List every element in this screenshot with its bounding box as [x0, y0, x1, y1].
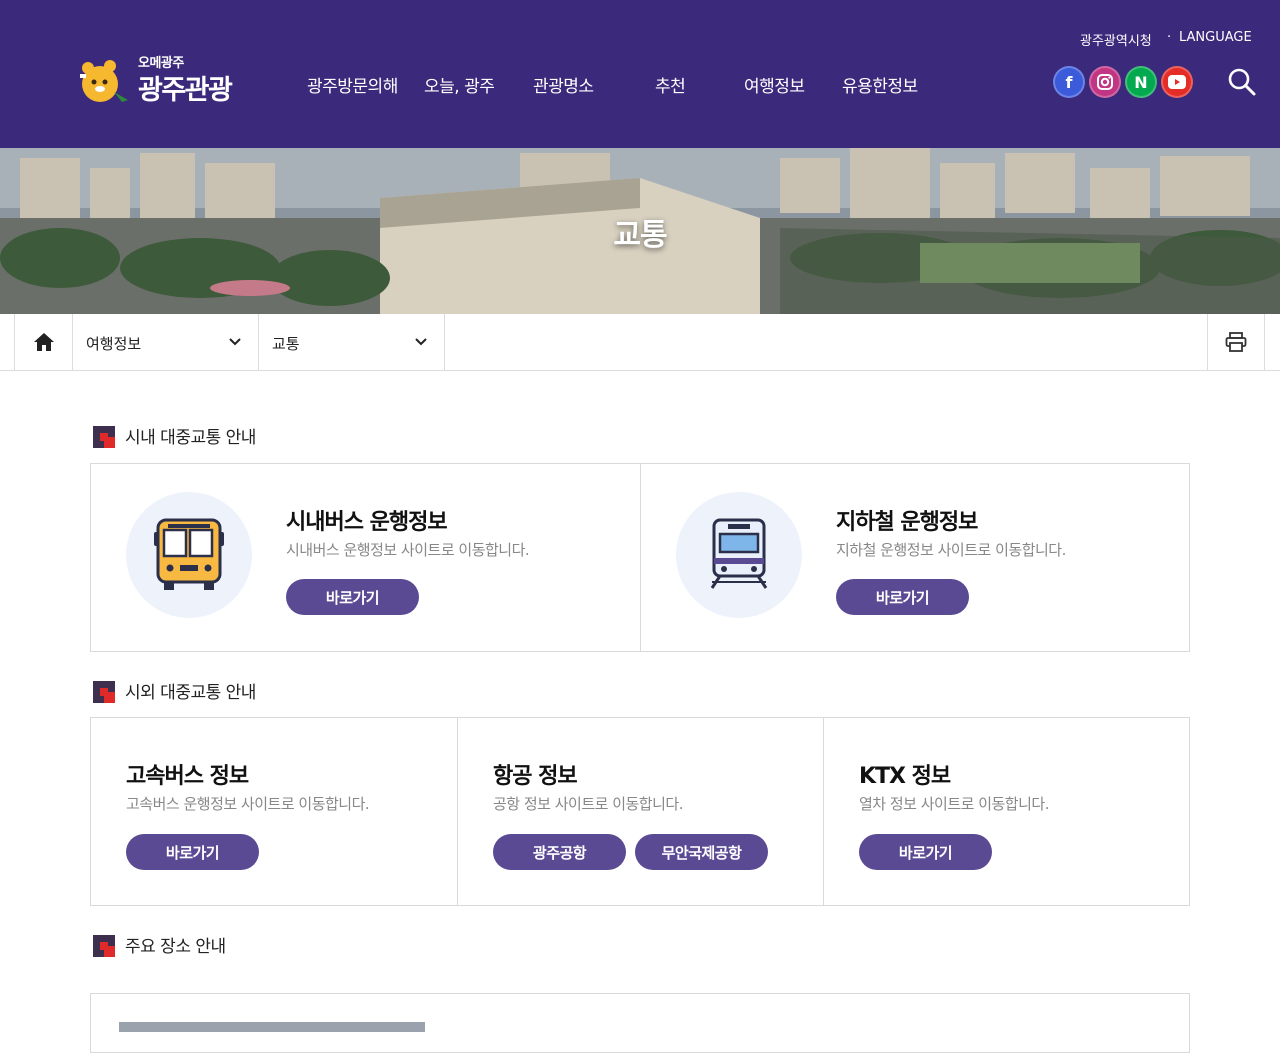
- search-icon[interactable]: [1226, 66, 1258, 98]
- youtube-icon[interactable]: [1161, 66, 1193, 98]
- section-marker-icon: [93, 681, 115, 703]
- subway-go-button[interactable]: 바로가기: [836, 579, 969, 615]
- card-description: 지하철 운행정보 사이트로 이동합니다.: [836, 541, 1066, 559]
- ktx-info-card: KTX 정보 열차 정보 사이트로 이동합니다. 바로가기: [823, 717, 1190, 906]
- breadcrumb: 여행정보 교통: [0, 314, 1280, 371]
- air-info-card: 항공 정보 공항 정보 사이트로 이동합니다. 광주공항 무안국제공항: [457, 717, 824, 906]
- site-header: 오메광주 광주관광 광주방문의해 오늘, 광주 관광명소 추천 여행정보 유용한…: [0, 0, 1280, 148]
- icon-circle: [126, 492, 252, 618]
- logo-title: 광주관광: [138, 75, 233, 106]
- chevron-down-icon: [415, 338, 427, 346]
- mascot-icon: [80, 60, 128, 102]
- express-bus-go-button[interactable]: 바로가기: [126, 834, 259, 870]
- chevron-down-icon: [229, 338, 241, 346]
- section-title: 주요 장소 안내: [125, 937, 226, 957]
- util-separator: ·: [1167, 30, 1172, 45]
- bus-icon: [154, 518, 224, 590]
- card-description: 공항 정보 사이트로 이동합니다.: [493, 795, 683, 813]
- section-marker-icon: [93, 426, 115, 448]
- site-logo[interactable]: 오메광주 광주관광: [72, 48, 252, 106]
- city-bus-card: 시내버스 운행정보 시내버스 운행정보 사이트로 이동합니다. 바로가기: [90, 463, 641, 652]
- home-icon[interactable]: [14, 314, 73, 370]
- nav-item-visit-year[interactable]: 광주방문의해: [307, 72, 398, 97]
- section-marker-icon: [93, 935, 115, 957]
- gwangju-airport-button[interactable]: 광주공항: [493, 834, 626, 870]
- breadcrumb-level1-label: 여행정보: [86, 335, 142, 353]
- facebook-icon[interactable]: f: [1053, 66, 1085, 98]
- page-title: 교통: [613, 218, 667, 253]
- page-banner: 교통: [0, 148, 1280, 314]
- card-description: 열차 정보 사이트로 이동합니다.: [859, 795, 1049, 813]
- card-title: 시내버스 운행정보: [286, 510, 448, 535]
- breadcrumb-select-level1[interactable]: 여행정보: [73, 314, 259, 370]
- card-title: 고속버스 정보: [126, 764, 249, 789]
- ktx-go-button[interactable]: 바로가기: [859, 834, 992, 870]
- nav-item-travel-info[interactable]: 여행정보: [744, 72, 805, 97]
- naver-icon[interactable]: N: [1125, 66, 1157, 98]
- breadcrumb-level2-label: 교통: [272, 335, 300, 353]
- breadcrumb-select-level2[interactable]: 교통: [259, 314, 445, 370]
- nav-item-today[interactable]: 오늘, 광주: [424, 72, 495, 97]
- section-title: 시외 대중교통 안내: [125, 683, 256, 703]
- language-link[interactable]: LANGUAGE: [1179, 30, 1252, 45]
- card-title: KTX 정보: [859, 764, 951, 789]
- express-bus-card: 고속버스 정보 고속버스 운행정보 사이트로 이동합니다. 바로가기: [90, 717, 458, 906]
- card-description: 시내버스 운행정보 사이트로 이동합니다.: [286, 541, 530, 559]
- subway-icon: [710, 518, 768, 589]
- nav-item-useful-info[interactable]: 유용한정보: [842, 72, 918, 97]
- card-description: 고속버스 운행정보 사이트로 이동합니다.: [126, 795, 370, 813]
- place-card: [90, 993, 1190, 1053]
- nav-item-recommend[interactable]: 추천: [655, 72, 686, 97]
- card-title: 지하철 운행정보: [836, 510, 978, 535]
- nav-item-attractions[interactable]: 관광명소: [533, 72, 594, 97]
- print-icon[interactable]: [1207, 314, 1265, 370]
- muan-airport-button[interactable]: 무안국제공항: [635, 834, 768, 870]
- city-bus-go-button[interactable]: 바로가기: [286, 579, 419, 615]
- card-title: 항공 정보: [493, 764, 578, 789]
- section-title: 시내 대중교통 안내: [125, 428, 256, 448]
- instagram-icon[interactable]: [1089, 66, 1121, 98]
- subway-card: 지하철 운행정보 지하철 운행정보 사이트로 이동합니다. 바로가기: [640, 463, 1190, 652]
- city-hall-link[interactable]: 광주광역시청: [1080, 30, 1152, 49]
- icon-circle: [676, 492, 802, 618]
